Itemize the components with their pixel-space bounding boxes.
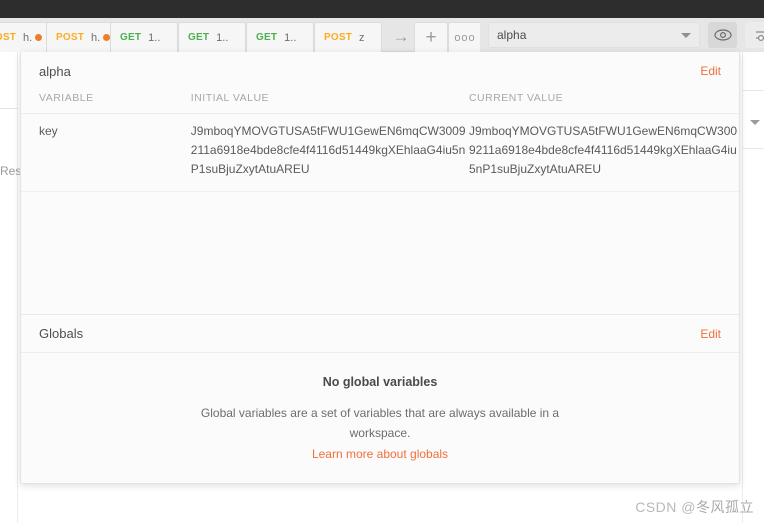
variable-name: key [39, 124, 58, 138]
right-rail-divider [742, 148, 764, 149]
tab-method-label: GET [120, 32, 142, 43]
request-tab[interactable]: GET 1.. [178, 22, 246, 52]
watermark-author: 冬风孤立 [696, 499, 754, 515]
right-panel-rail [742, 52, 764, 523]
ellipsis-icon: ooo [454, 31, 476, 44]
watermark: CSDN @冬风孤立 [635, 497, 754, 517]
environment-toolbar: alpha [480, 18, 764, 52]
environment-selected-label: alpha [497, 28, 527, 42]
response-section-label: Res [0, 164, 22, 178]
globals-section: Globals Edit No global variables Global … [21, 315, 739, 483]
tab-title: z [359, 31, 365, 44]
request-tab[interactable]: GET 1.. [246, 22, 314, 52]
watermark-prefix: CSDN @ [635, 499, 696, 515]
eye-icon [713, 29, 732, 41]
tab-unsaved-dot [35, 34, 43, 41]
globals-empty-state: No global variables Global variables are… [21, 353, 739, 463]
environment-settings-button[interactable] [745, 22, 764, 48]
tab-title: h. [23, 31, 33, 44]
tab-title: 1.. [216, 31, 229, 44]
request-tab[interactable]: GET 1.. [110, 22, 178, 52]
tab-method-label: GET [256, 32, 278, 43]
tab-method-label: POST [324, 32, 353, 43]
chevron-down-icon [681, 32, 691, 38]
globals-section-header: Globals Edit [21, 315, 739, 353]
environment-edit-link[interactable]: Edit [700, 64, 721, 78]
environment-variables-table: VARIABLE INITIAL VALUE CURRENT VALUE key… [21, 90, 739, 192]
right-rail-divider [742, 90, 764, 91]
environment-section-header: alpha Edit [21, 52, 739, 90]
environment-section: alpha Edit VARIABLE INITIAL VALUE CURREN… [21, 52, 739, 315]
request-tab[interactable]: POST z [314, 22, 382, 52]
globals-title: Globals [39, 326, 84, 341]
globals-edit-link[interactable]: Edit [700, 327, 721, 341]
initial-value: J9mboqYMOVGTUSA5tFWU1GewEN6mqCW3009211a6… [190, 124, 466, 176]
tab-options-button[interactable]: ooo [448, 22, 482, 52]
column-header-initial-value: INITIAL VALUE [190, 90, 469, 114]
globals-empty-title: No global variables [322, 375, 438, 389]
plus-icon: + [425, 26, 437, 48]
tab-title: h. [91, 31, 101, 44]
column-header-variable: VARIABLE [21, 90, 191, 114]
table-row: key J9mboqYMOVGTUSA5tFWU1GewEN6mqCW30092… [21, 114, 739, 192]
sliders-icon [755, 30, 764, 42]
new-tab-button[interactable]: + [414, 22, 448, 52]
arrow-right-icon: → [392, 27, 410, 46]
app-title-bar [0, 0, 764, 18]
sidebar-divider [0, 108, 18, 109]
tab-title: 1.. [148, 31, 161, 44]
chevron-down-icon[interactable] [750, 120, 760, 125]
current-value: J9mboqYMOVGTUSA5tFWU1GewEN6mqCW3009211a6… [468, 124, 738, 176]
tab-method-label: GET [188, 32, 210, 43]
tab-method-label: POST [0, 32, 17, 43]
environment-quick-look-popup: alpha Edit VARIABLE INITIAL VALUE CURREN… [20, 52, 740, 484]
environment-quick-look-button[interactable] [708, 22, 737, 48]
globals-empty-description: Global variables are a set of variables … [200, 406, 560, 440]
environment-name: alpha [39, 63, 71, 79]
table-header-row: VARIABLE INITIAL VALUE CURRENT VALUE [21, 90, 739, 114]
sidebar-rail: Res [0, 52, 22, 523]
tab-title: 1.. [284, 31, 297, 44]
globals-learn-more-link[interactable]: Learn more about globals [312, 447, 448, 461]
column-header-current-value: CURRENT VALUE [468, 90, 739, 114]
environment-selector[interactable]: alpha [488, 22, 700, 48]
tab-method-label: POST [56, 32, 85, 43]
